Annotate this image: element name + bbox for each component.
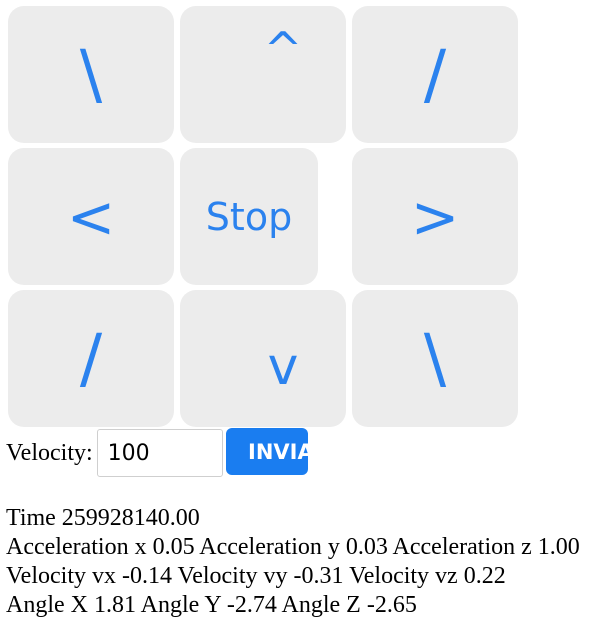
up-right-button[interactable]: /: [352, 6, 518, 143]
left-button[interactable]: <: [8, 148, 174, 285]
down-left-button[interactable]: /: [8, 290, 174, 427]
down-right-arrow-icon: \: [423, 319, 447, 397]
time-readout: Time 259928140.00: [6, 505, 200, 531]
right-arrow-icon: >: [410, 182, 460, 251]
left-arrow-icon: <: [66, 182, 116, 251]
velocity-input[interactable]: [96, 429, 223, 477]
up-right-arrow-icon: /: [423, 35, 447, 113]
velocity-label: Velocity:: [6, 439, 93, 466]
sensor-readout: Time 259928140.00 Acceleration x 0.05 Ac…: [6, 504, 580, 620]
stop-button[interactable]: Stop: [180, 148, 318, 285]
angle-readout: Angle X 1.81 Angle Y -2.74 Angle Z -2.65: [6, 592, 417, 618]
right-button[interactable]: >: [352, 148, 518, 285]
velocity-readout: Velocity vx -0.14 Velocity vy -0.31 Velo…: [6, 563, 506, 589]
down-left-arrow-icon: /: [79, 319, 103, 397]
up-left-arrow-icon: \: [79, 35, 103, 113]
stop-label: Stop: [205, 194, 293, 239]
up-left-button[interactable]: \: [8, 6, 174, 143]
acceleration-readout: Acceleration x 0.05 Acceleration y 0.03 …: [6, 534, 580, 560]
send-button[interactable]: INVIA: [226, 428, 308, 475]
velocity-form: Velocity:: [6, 428, 223, 478]
up-arrow-icon: ^: [263, 21, 303, 76]
down-button[interactable]: v: [180, 290, 346, 427]
down-arrow-icon: v: [267, 336, 299, 397]
up-button[interactable]: ^: [180, 6, 346, 143]
down-right-button[interactable]: \: [352, 290, 518, 427]
